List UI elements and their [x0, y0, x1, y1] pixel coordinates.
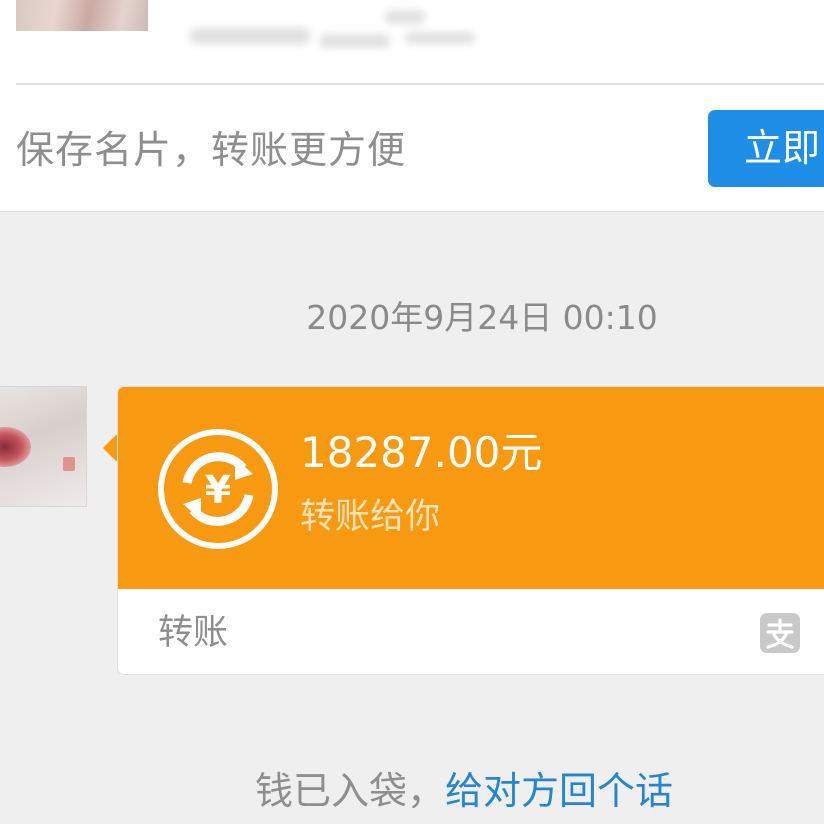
transfer-footer-label: 转账: [158, 613, 229, 653]
received-notice-text: 钱已入袋，: [255, 769, 446, 813]
avatar-photo-stamp: [63, 457, 75, 471]
transfer-amount: 18287.00元: [300, 428, 543, 477]
sender-avatar[interactable]: [0, 386, 87, 507]
yuan-transfer-icon: ¥: [158, 429, 278, 549]
received-notice: 钱已入袋，给对方回个话: [255, 765, 673, 817]
transfer-subtitle: 转账给你: [300, 497, 441, 537]
reply-link[interactable]: 给对方回个话: [445, 769, 673, 813]
contact-card: 保存名片，转账更方便 立即: [0, 0, 824, 212]
alipay-icon: [760, 613, 800, 653]
save-contact-button[interactable]: 立即: [708, 110, 824, 187]
svg-text:¥: ¥: [205, 468, 231, 512]
transfer-header: ¥ 18287.00元 转账给你: [118, 387, 824, 589]
chat-screen: 保存名片，转账更方便 立即 2020年9月24日 00:10 ¥ 18287.0…: [0, 0, 824, 824]
contact-avatar[interactable]: [16, 0, 148, 31]
divider: [16, 83, 824, 85]
message-timestamp: 2020年9月24日 00:10: [306, 298, 658, 337]
save-card-tip: 保存名片，转账更方便: [16, 128, 407, 172]
transfer-message-bubble[interactable]: ¥ 18287.00元 转账给你 转账: [117, 386, 824, 675]
contact-name-blurred: [180, 10, 480, 60]
bubble-tail: [103, 433, 118, 463]
avatar-photo-detail: [0, 427, 31, 467]
